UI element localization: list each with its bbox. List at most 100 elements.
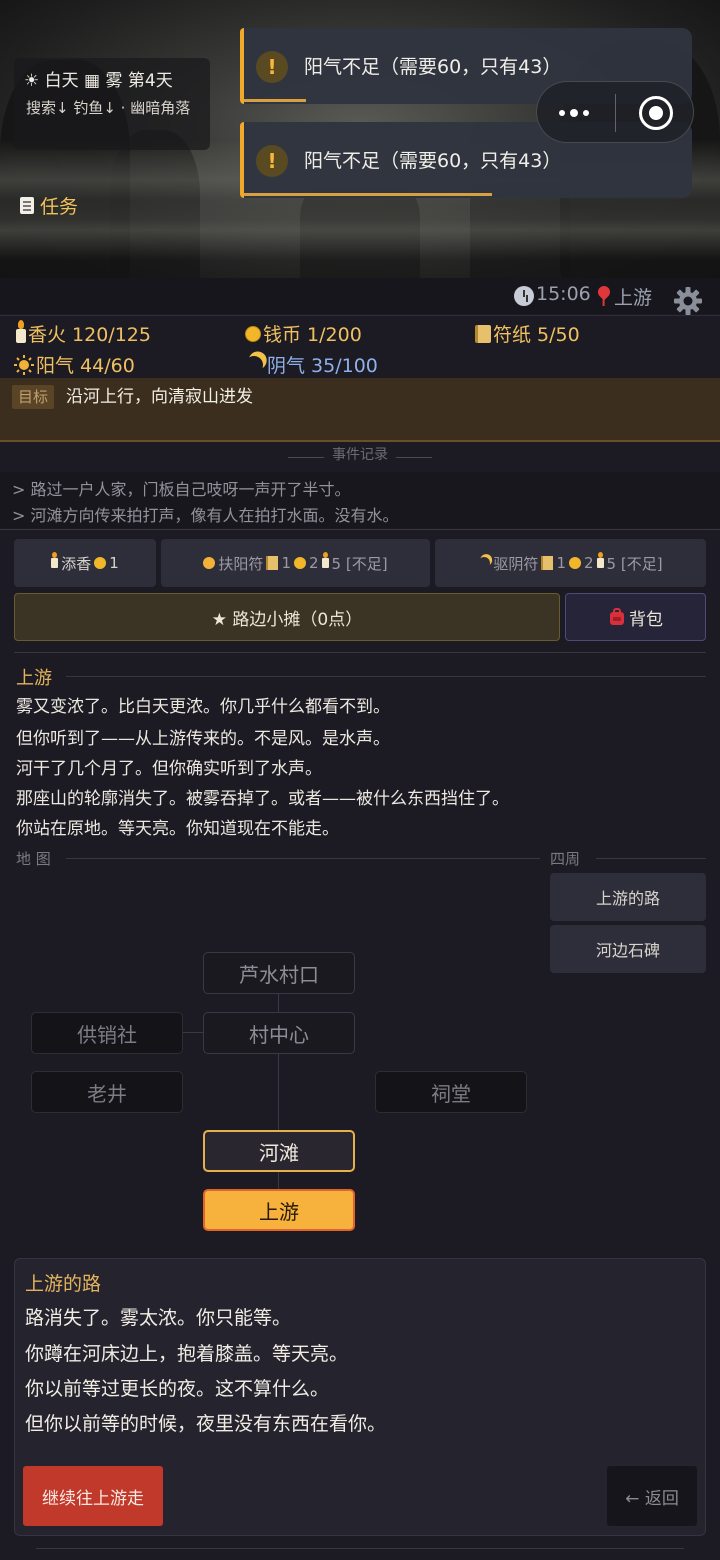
clipboard-icon bbox=[20, 196, 34, 214]
event-line: > 河滩方向传来拍打声，像有人在拍打水面。没有水。 bbox=[12, 506, 399, 525]
cost-coin: 2 bbox=[308, 554, 319, 572]
goal-text: 沿河上行，向清寂山进发 bbox=[66, 387, 253, 407]
event-log-title: 事件记录 bbox=[324, 447, 396, 463]
map-edge bbox=[278, 1172, 279, 1189]
map-node-upstream-current: 上游 bbox=[203, 1189, 355, 1231]
resource-panel: 香火 120/125 钱币 1/200 符纸 5/50 阳气 44/60 阴气 … bbox=[0, 315, 720, 378]
candle-icon bbox=[51, 552, 59, 568]
map-edge bbox=[278, 1054, 279, 1130]
event-log-header: 事件记录 bbox=[0, 444, 720, 470]
map-node-gongxiao: 供销社 bbox=[31, 1012, 183, 1054]
scroll-icon bbox=[541, 556, 554, 570]
toast-progress bbox=[244, 99, 306, 102]
fuyang-label: 扶阳符 bbox=[218, 554, 264, 573]
coin-icon bbox=[568, 557, 581, 569]
surrounding-river-stele[interactable]: 河边石碑 bbox=[550, 925, 706, 973]
back-button[interactable]: ← 返回 bbox=[607, 1466, 697, 1526]
map-node-shrine: 祠堂 bbox=[375, 1071, 527, 1113]
scene-line: 雾又变浓了。比白天更浓。你几乎什么都看不到。 bbox=[16, 697, 390, 717]
coin-resource: 钱币 1/200 bbox=[245, 320, 362, 347]
continue-upstream-button[interactable]: 继续往上游走 bbox=[23, 1466, 163, 1526]
map-label: 地 图 bbox=[16, 850, 51, 868]
scroll-icon bbox=[475, 324, 491, 343]
scene-line: 但你听到了——从上游传来的。不是风。是水声。 bbox=[16, 729, 390, 749]
add-incense-cost: 1 bbox=[109, 554, 119, 572]
surroundings-label: 四周 bbox=[550, 850, 581, 868]
event-log: > 路过一户人家，门板自己吱呀一声开了半寸。 > 河滩方向传来拍打声，像有人在拍… bbox=[0, 472, 720, 528]
yang-value: 阳气 44/60 bbox=[36, 355, 135, 377]
more-icon[interactable] bbox=[559, 104, 619, 122]
fuyang-talisman-button[interactable]: 扶阳符 1 2 5 [不足] bbox=[161, 539, 430, 587]
event-line: > 路过一户人家，门板自己吱呀一声开了半寸。 bbox=[12, 480, 351, 499]
candle-icon bbox=[596, 552, 604, 568]
goal-banner: 目标 沿河上行，向清寂山进发 bbox=[0, 378, 720, 442]
panel-line: 路消失了。雾太浓。你只能等。 bbox=[25, 1307, 292, 1329]
candle-icon bbox=[16, 319, 26, 343]
close-target-icon[interactable] bbox=[639, 96, 673, 130]
incense-value: 香火 120/125 bbox=[28, 324, 151, 346]
yin-value: 阴气 35/100 bbox=[267, 355, 378, 377]
goal-tag: 目标 bbox=[12, 385, 55, 409]
backpack-icon bbox=[610, 608, 624, 625]
map-edge bbox=[183, 1032, 203, 1033]
yin-resource: 阴气 35/100 bbox=[245, 351, 378, 378]
cost-scroll: 1 bbox=[281, 554, 291, 572]
coin-icon bbox=[245, 325, 261, 342]
surrounding-upstream-road[interactable]: 上游的路 bbox=[550, 873, 706, 921]
add-incense-label: 添香 bbox=[61, 554, 92, 573]
stall-label: ★ 路边小摊（0点） bbox=[211, 609, 363, 630]
task-button[interactable]: 任务 bbox=[20, 186, 78, 224]
candle-icon bbox=[321, 552, 329, 568]
quyin-talisman-button[interactable]: 驱阴符 1 2 5 [不足] bbox=[435, 539, 706, 587]
scroll-icon bbox=[266, 556, 279, 570]
cost-incense: 5 [不足] bbox=[331, 554, 388, 573]
map-node-lushui: 芦水村口 bbox=[203, 952, 355, 994]
backpack-button[interactable]: 背包 bbox=[565, 593, 706, 641]
coin-value: 钱币 1/200 bbox=[263, 324, 362, 346]
gear-icon[interactable] bbox=[672, 285, 704, 317]
map-node-well: 老井 bbox=[31, 1071, 183, 1113]
sun-icon bbox=[14, 354, 34, 375]
toast-progress bbox=[244, 193, 492, 196]
moon-icon bbox=[477, 555, 492, 570]
cost-coin: 2 bbox=[583, 554, 594, 572]
backpack-label: 背包 bbox=[629, 609, 663, 630]
map-node-beach[interactable]: 河滩 bbox=[203, 1130, 355, 1172]
quyin-label: 驱阴符 bbox=[493, 554, 539, 573]
toast-text: 阳气不足（需要60，只有43） bbox=[304, 56, 562, 78]
panel-line: 你以前等过更长的夜。这不算什么。 bbox=[25, 1378, 330, 1400]
status-effects: 搜索↓ 钓鱼↓ · 幽暗角落 bbox=[26, 99, 191, 117]
incense-resource: 香火 120/125 bbox=[16, 319, 151, 347]
warning-icon: ! bbox=[256, 51, 288, 83]
talisman-value: 符纸 5/50 bbox=[493, 324, 580, 346]
scene-line: 那座山的轮廓消失了。被雾吞掉了。或者——被什么东西挡住了。 bbox=[16, 789, 509, 809]
weather-line: ☀ 白天 ▦ 雾 第4天 bbox=[24, 71, 173, 91]
clock-icon bbox=[514, 286, 534, 306]
coin-icon bbox=[293, 557, 306, 569]
current-location: 上游 bbox=[614, 287, 653, 309]
sun-icon bbox=[203, 557, 216, 569]
scene-line: 你站在原地。等天亮。你知道现在不能走。 bbox=[16, 819, 339, 839]
scene-line: 河干了几个月了。但你确实听到了水声。 bbox=[16, 759, 322, 779]
roadside-stall-button[interactable]: ★ 路边小摊（0点） bbox=[14, 593, 560, 641]
talisman-resource: 符纸 5/50 bbox=[475, 320, 580, 347]
moon-icon bbox=[242, 353, 265, 376]
scene-title: 上游 bbox=[16, 668, 52, 689]
game-time: 15:06 bbox=[536, 283, 591, 305]
yang-resource: 阳气 44/60 bbox=[14, 351, 135, 378]
cost-scroll: 1 bbox=[556, 554, 566, 572]
coin-icon bbox=[94, 557, 107, 569]
warning-icon: ! bbox=[256, 145, 288, 177]
task-label: 任务 bbox=[40, 195, 79, 218]
status-bar bbox=[0, 278, 720, 314]
panel-title: 上游的路 bbox=[25, 1273, 102, 1295]
day-weather-panel: ☀ 白天 ▦ 雾 第4天 搜索↓ 钓鱼↓ · 幽暗角落 bbox=[14, 58, 210, 150]
panel-line: 但你以前等的时候，夜里没有东西在看你。 bbox=[25, 1413, 387, 1435]
map-edge bbox=[278, 994, 279, 1012]
cost-incense: 5 [不足] bbox=[606, 554, 663, 573]
miniprogram-capsule bbox=[536, 81, 694, 143]
panel-line: 你蹲在河床边上，抱着膝盖。等天亮。 bbox=[25, 1343, 349, 1365]
add-incense-button[interactable]: 添香 1 bbox=[14, 539, 156, 587]
toast-text: 阳气不足（需要60，只有43） bbox=[304, 150, 562, 172]
map-node-center: 村中心 bbox=[203, 1012, 355, 1054]
